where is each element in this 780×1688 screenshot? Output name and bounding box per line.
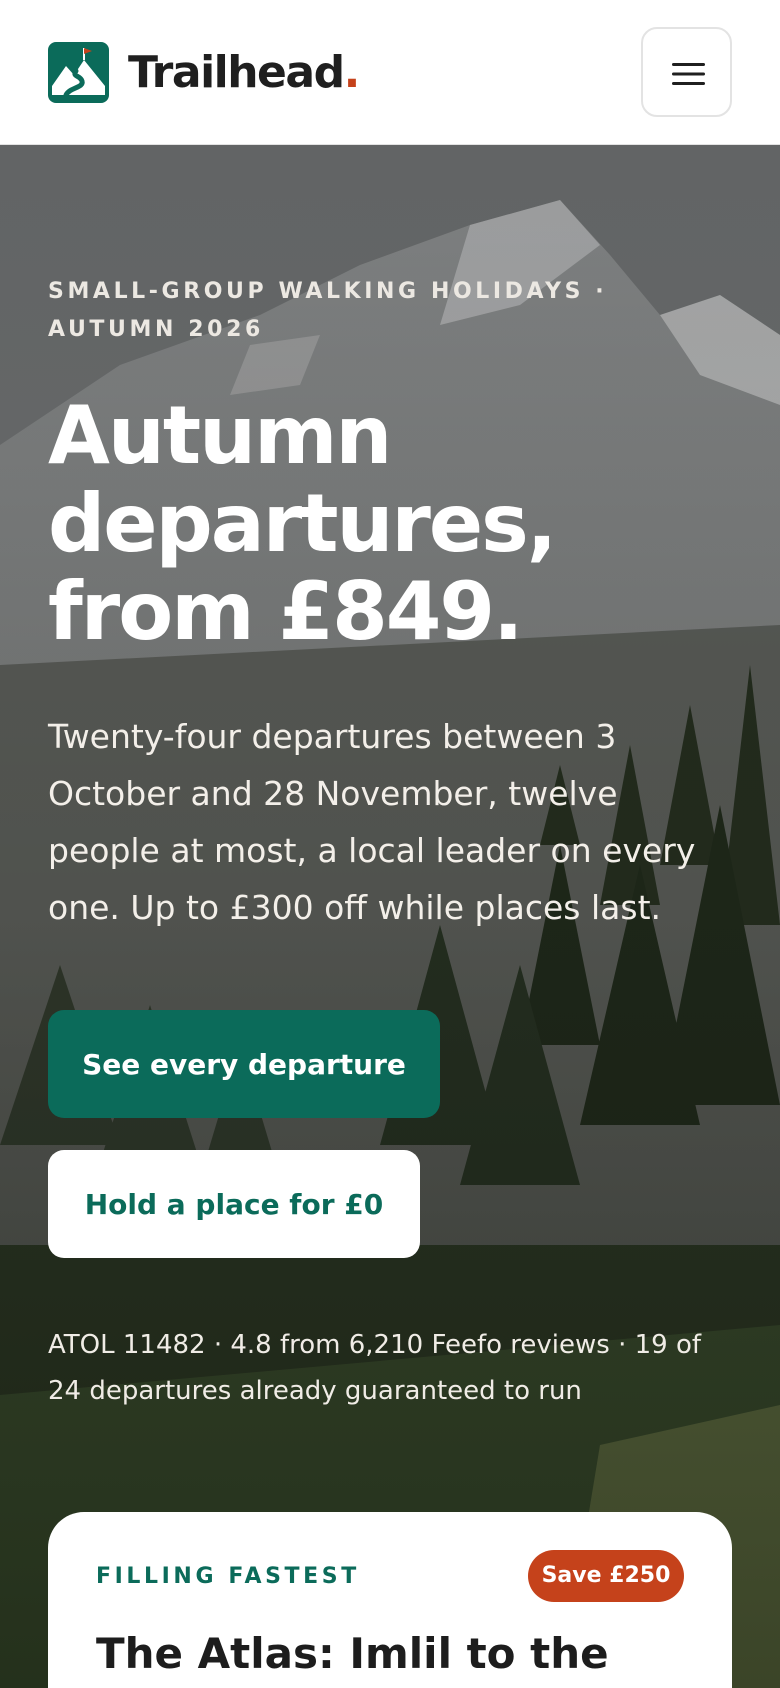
card-eyebrow: FILLING FASTEST — [96, 1564, 360, 1589]
hero-headline: Autumn departures, from £849. — [48, 389, 557, 658]
trailhead-logo-icon[interactable] — [48, 42, 109, 103]
save-badge: Save £250 — [528, 1550, 684, 1602]
hold-a-place-button[interactable]: Hold a place for £0 — [48, 1150, 420, 1258]
featured-departure-card[interactable]: FILLING FASTEST Save £250 The Atlas: Iml… — [48, 1512, 732, 1688]
brand-dot: . — [343, 47, 361, 98]
hero-section: Small-group walking holidays · Autumn 20… — [0, 145, 780, 1688]
brand-name[interactable]: Trailhead. — [128, 42, 361, 103]
menu-button[interactable] — [641, 27, 732, 117]
card-title: The Atlas: Imlil to the — [96, 1629, 609, 1678]
hero-eyebrow: Small-group walking holidays · Autumn 20… — [48, 279, 608, 342]
site-header: Trailhead. — [0, 0, 780, 145]
hero-lede: Twenty-four departures between 3 October… — [48, 717, 696, 927]
hamburger-menu-icon — [672, 63, 705, 85]
trust-line: ATOL 11482 · 4.8 from 6,210 Feefo review… — [48, 1330, 702, 1406]
see-every-departure-button[interactable]: See every departure — [48, 1010, 440, 1118]
brand-wordmark: Trailhead — [128, 47, 345, 98]
